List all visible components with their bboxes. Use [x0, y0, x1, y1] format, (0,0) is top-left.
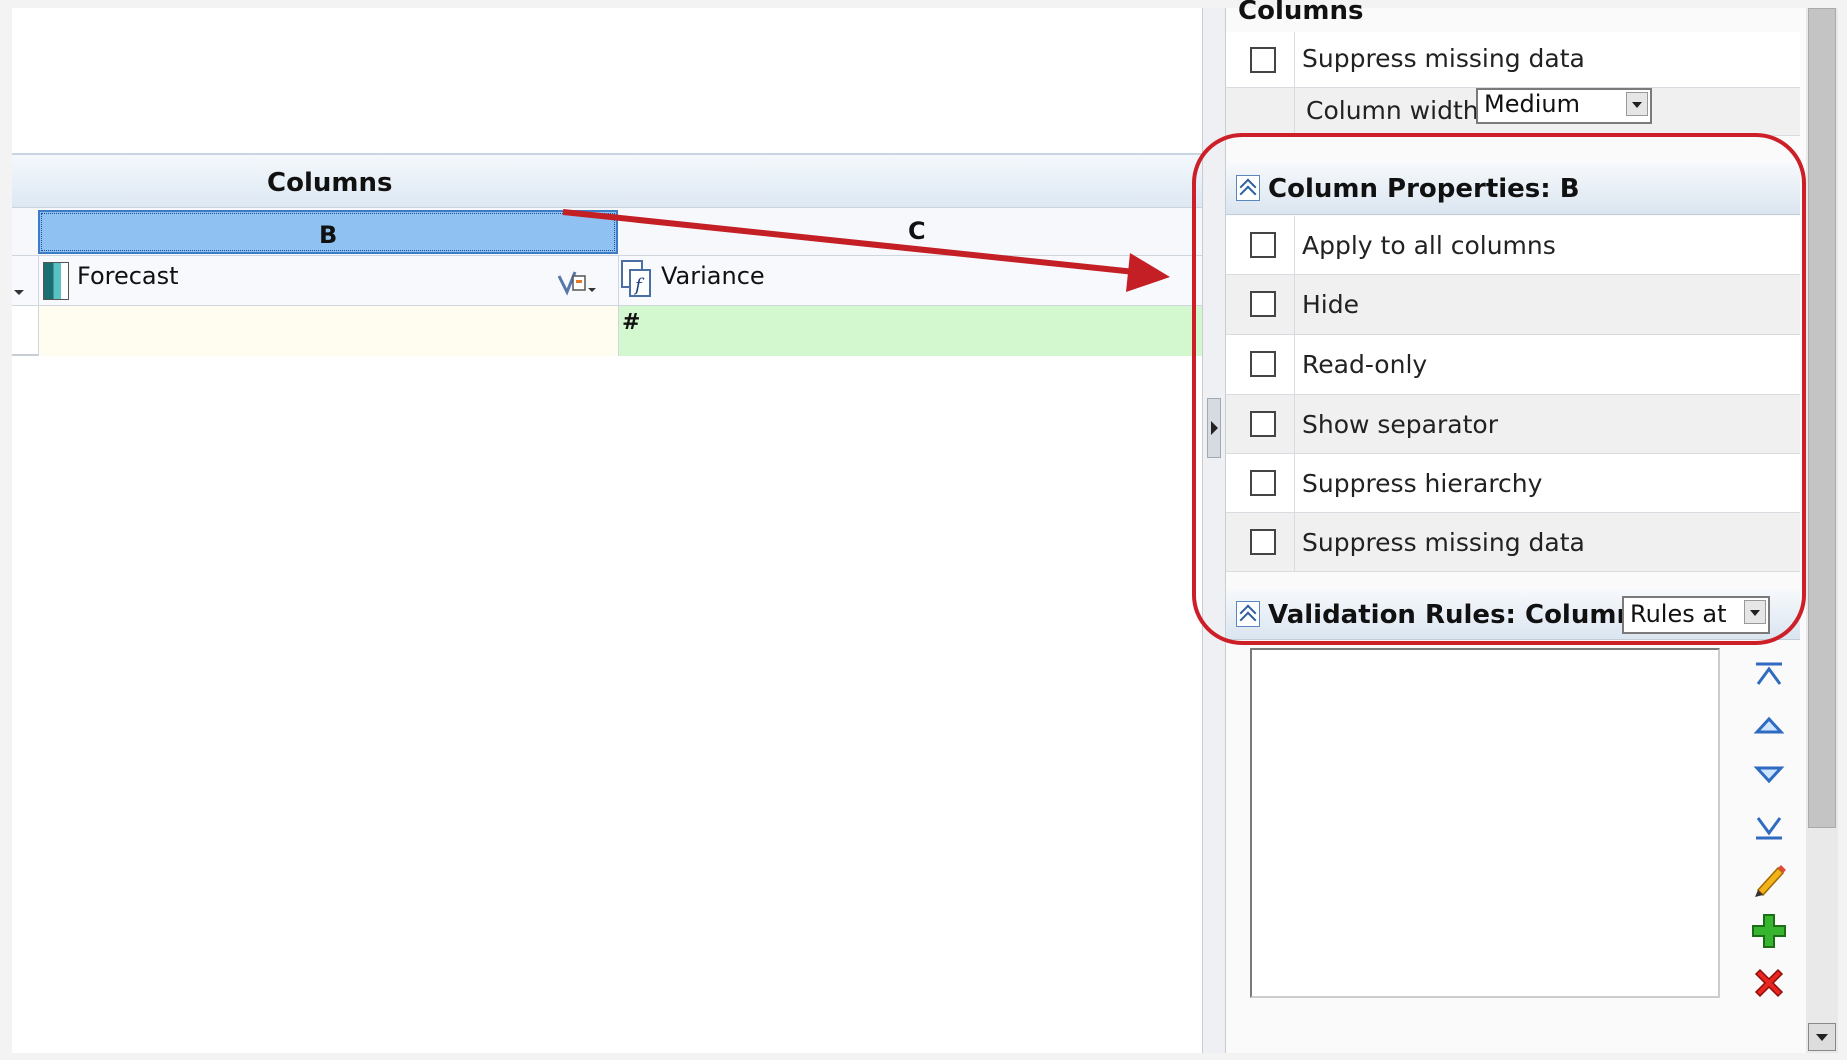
member-cell-forecast[interactable]: Forecast: [38, 256, 618, 306]
panel-splitter[interactable]: [1202, 8, 1226, 1053]
properties-panel: Columns Suppress missing data Column wid…: [1226, 0, 1806, 1053]
columns-properties-heading: Columns: [1238, 0, 1364, 26]
row-divider: [1294, 395, 1295, 453]
option-label: Hide: [1302, 290, 1359, 319]
data-cell-b[interactable]: [38, 306, 618, 356]
option-label: Suppress missing data: [1302, 44, 1585, 73]
column-properties-title: Column Properties: B: [1268, 174, 1580, 204]
column-header-c[interactable]: C: [618, 208, 1202, 256]
column-width-label: Column width: [1306, 96, 1479, 125]
suppress-missing-data-checkbox-col[interactable]: [1250, 529, 1276, 555]
formula-member-icon: f: [621, 260, 651, 297]
column-letter-c: C: [908, 217, 926, 245]
row-dropdown-icon[interactable]: [14, 290, 24, 295]
rules-scope-select[interactable]: Rules at: [1622, 596, 1770, 634]
edit-pencil-icon[interactable]: [1750, 860, 1788, 898]
option-row: Read-only: [1226, 335, 1800, 395]
read-only-checkbox[interactable]: [1250, 351, 1276, 377]
option-row: Suppress missing data: [1226, 32, 1800, 88]
collapse-section-icon[interactable]: [1236, 601, 1260, 627]
rules-scope-value: Rules at: [1630, 600, 1727, 628]
column-header-b[interactable]: B: [38, 210, 618, 254]
move-up-icon[interactable]: [1750, 706, 1788, 744]
suppress-missing-data-checkbox[interactable]: [1250, 47, 1276, 73]
option-row: Show separator: [1226, 395, 1800, 454]
column-properties-header[interactable]: Column Properties: B: [1226, 163, 1800, 215]
row-divider: [1294, 275, 1295, 334]
row-divider: [1294, 335, 1295, 394]
validation-rules-header[interactable]: Validation Rules: Column B Rules at: [1226, 590, 1800, 640]
row-divider: [1294, 32, 1295, 87]
row-divider: [1294, 88, 1295, 135]
suppress-hierarchy-checkbox[interactable]: [1250, 470, 1276, 496]
move-bottom-icon[interactable]: [1750, 808, 1788, 846]
option-row: Apply to all columns: [1226, 216, 1800, 275]
columns-section-header: Columns: [12, 153, 1202, 208]
option-label: Show separator: [1302, 410, 1498, 439]
option-row: Suppress missing data: [1226, 513, 1800, 572]
scroll-down-arrow-icon[interactable]: [1808, 1023, 1836, 1051]
chevron-down-icon[interactable]: [1744, 600, 1766, 624]
member-label-variance: Variance: [661, 262, 765, 290]
chevron-down-icon[interactable]: [1626, 92, 1648, 116]
member-row: Forecast f Variance: [12, 256, 1202, 306]
collapse-section-icon[interactable]: [1236, 175, 1260, 201]
vertical-scrollbar[interactable]: [1806, 8, 1838, 1053]
scrollbar-thumb[interactable]: [1808, 8, 1836, 828]
option-label: Read-only: [1302, 350, 1428, 379]
option-label: Apply to all columns: [1302, 231, 1556, 260]
member-icon: [43, 262, 69, 300]
member-label-forecast: Forecast: [77, 262, 179, 290]
move-down-icon[interactable]: [1750, 756, 1788, 794]
member-cell-variance[interactable]: f Variance: [618, 256, 1202, 306]
option-row: Suppress hierarchy: [1226, 454, 1800, 513]
show-separator-checkbox[interactable]: [1250, 411, 1276, 437]
column-width-select[interactable]: Medium: [1476, 88, 1652, 124]
row-divider: [1294, 216, 1295, 274]
apply-to-all-columns-checkbox[interactable]: [1250, 232, 1276, 258]
option-label: Suppress hierarchy: [1302, 469, 1543, 498]
columns-section-title: Columns: [267, 168, 393, 198]
move-top-icon[interactable]: [1750, 656, 1788, 694]
form-grid: Columns B C Forecast f Variance #: [12, 8, 1202, 1053]
collapse-panel-arrow-icon[interactable]: [1207, 398, 1221, 458]
row-divider: [1294, 454, 1295, 512]
column-width-row: Column width Medium: [1226, 88, 1800, 136]
add-plus-icon[interactable]: [1750, 912, 1788, 950]
validation-rules-list[interactable]: [1250, 648, 1720, 998]
data-row: #: [12, 306, 1202, 356]
hide-checkbox[interactable]: [1250, 291, 1276, 317]
column-width-value: Medium: [1484, 90, 1580, 118]
option-row: Hide: [1226, 275, 1800, 335]
delete-x-icon[interactable]: [1750, 964, 1788, 1002]
row-divider: [1294, 513, 1295, 571]
data-cell-c-value: #: [622, 310, 641, 335]
validation-rules-title: Validation Rules: Column B: [1268, 600, 1664, 630]
option-label: Suppress missing data: [1302, 528, 1585, 557]
column-letter-b: B: [319, 221, 338, 249]
column-letter-row: B C: [12, 208, 1202, 256]
data-cell-c[interactable]: #: [618, 306, 1202, 356]
dimension-selector-icon[interactable]: [557, 268, 597, 296]
